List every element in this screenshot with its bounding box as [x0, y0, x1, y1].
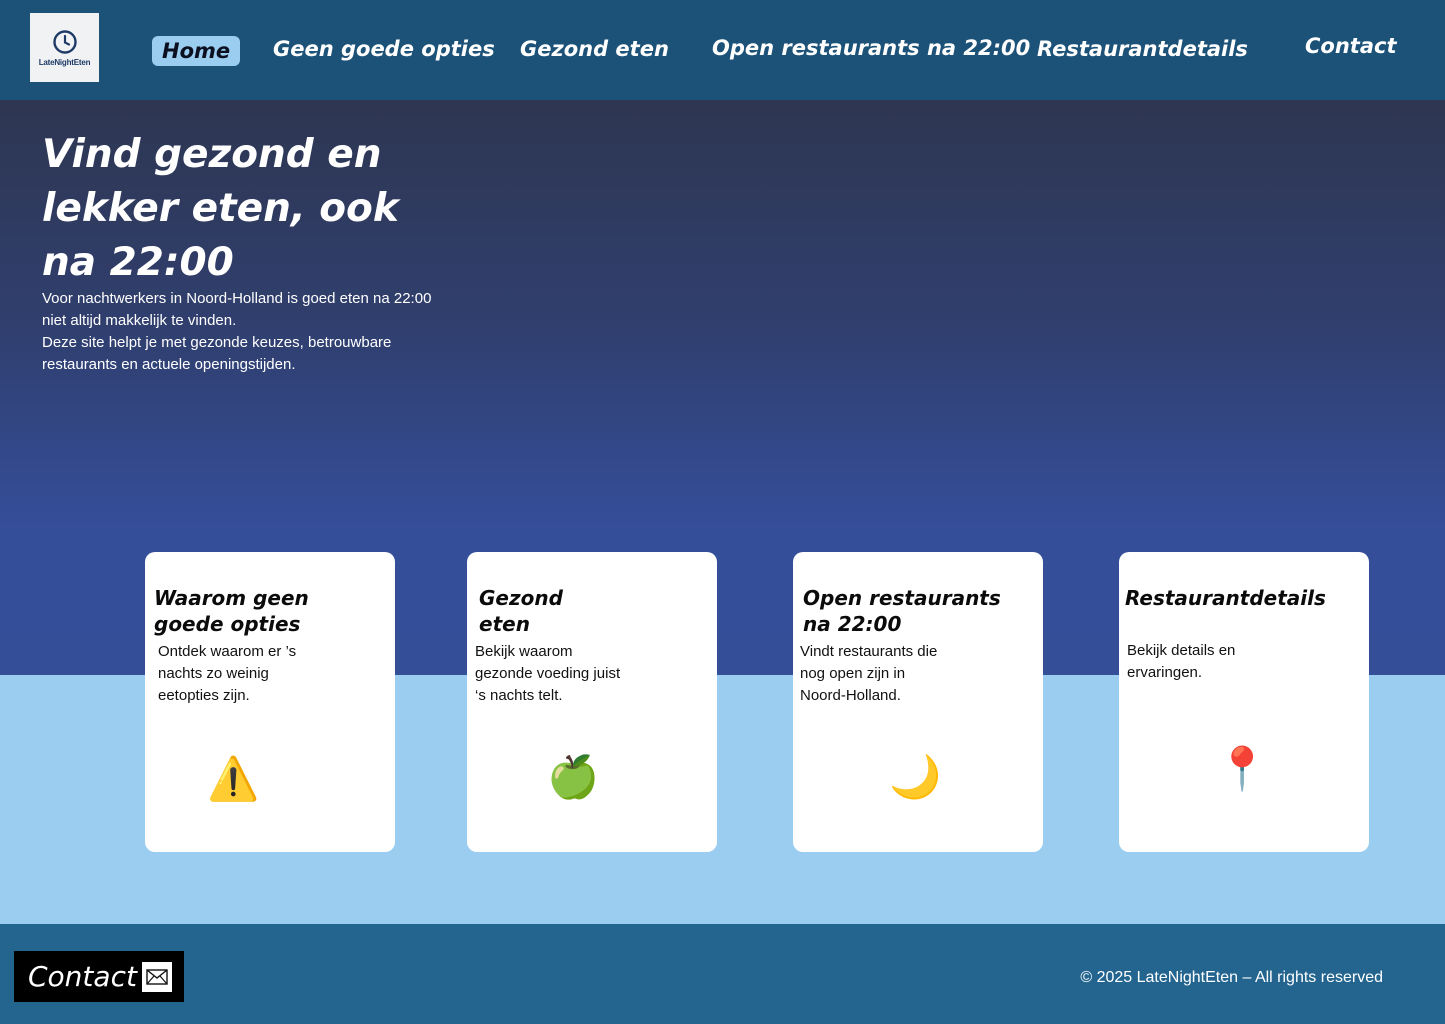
card-gezond-eten[interactable]: Gezond eten Bekijk waarom gezonde voedin…: [467, 552, 717, 852]
nav-home[interactable]: Home: [152, 36, 241, 66]
hero-description: Voor nachtwerkers in Noord-Holland is go…: [42, 288, 442, 376]
apple-icon: 🍏: [547, 753, 600, 800]
nav-contact[interactable]: Contact: [1305, 34, 1397, 58]
footer-contact-button[interactable]: Contact: [14, 951, 184, 1002]
site-header: LateNightEten Home Geen goede opties Gez…: [0, 0, 1445, 100]
pin-icon: 📍: [1216, 745, 1269, 792]
card-text: Bekijk waarom gezonde voeding juist ‘s n…: [475, 643, 621, 704]
nav-open-restaurants[interactable]: Open restaurants na 22:00: [712, 36, 1030, 60]
clock-icon: [52, 29, 77, 54]
card-restaurantdetails[interactable]: Restaurantdetails Bekijk details en erva…: [1119, 552, 1369, 852]
hero-title: Vind gezond en lekker eten, ook na 22:00: [42, 132, 399, 285]
card-open-restaurants[interactable]: Open restaurants na 22:00 Vindt restaura…: [793, 552, 1043, 852]
site-footer: Contact © 2025 LateNightEten – All right…: [0, 924, 1445, 1024]
moon-icon: 🌙: [889, 753, 942, 800]
nav-gezond-eten[interactable]: Gezond eten: [520, 37, 669, 61]
card-title: Open restaurants na 22:00: [803, 586, 1001, 636]
nav-restaurantdetails[interactable]: Restaurantdetails: [1037, 37, 1248, 61]
card-geen-goede-opties[interactable]: Waarom geen goede opties Ontdek waarom e…: [145, 552, 395, 852]
footer-contact-label: Contact: [28, 960, 137, 993]
hero-text-1: Voor nachtwerkers in Noord-Holland is go…: [42, 290, 432, 329]
nav-geen-goede-opties[interactable]: Geen goede opties: [273, 37, 495, 61]
mail-icon: [142, 962, 172, 992]
site-logo[interactable]: LateNightEten: [30, 13, 99, 82]
copyright-text: © 2025 LateNightEten – All rights reserv…: [1080, 969, 1383, 986]
hero-text-2: Deze site helpt je met gezonde keuzes, b…: [42, 334, 392, 373]
card-title: Waarom geen goede opties: [154, 586, 309, 636]
card-title: Restaurantdetails: [1125, 586, 1326, 610]
card-text: Bekijk details en ervaringen.: [1127, 642, 1236, 681]
card-text: Vindt restaurants die nog open zijn in N…: [800, 643, 938, 704]
card-title: Gezond eten: [479, 586, 563, 636]
card-text: Ontdek waarom er ’s nachts zo weinig eet…: [158, 643, 297, 704]
warning-icon: ⚠️: [207, 755, 260, 802]
logo-text: LateNightEten: [38, 57, 91, 67]
